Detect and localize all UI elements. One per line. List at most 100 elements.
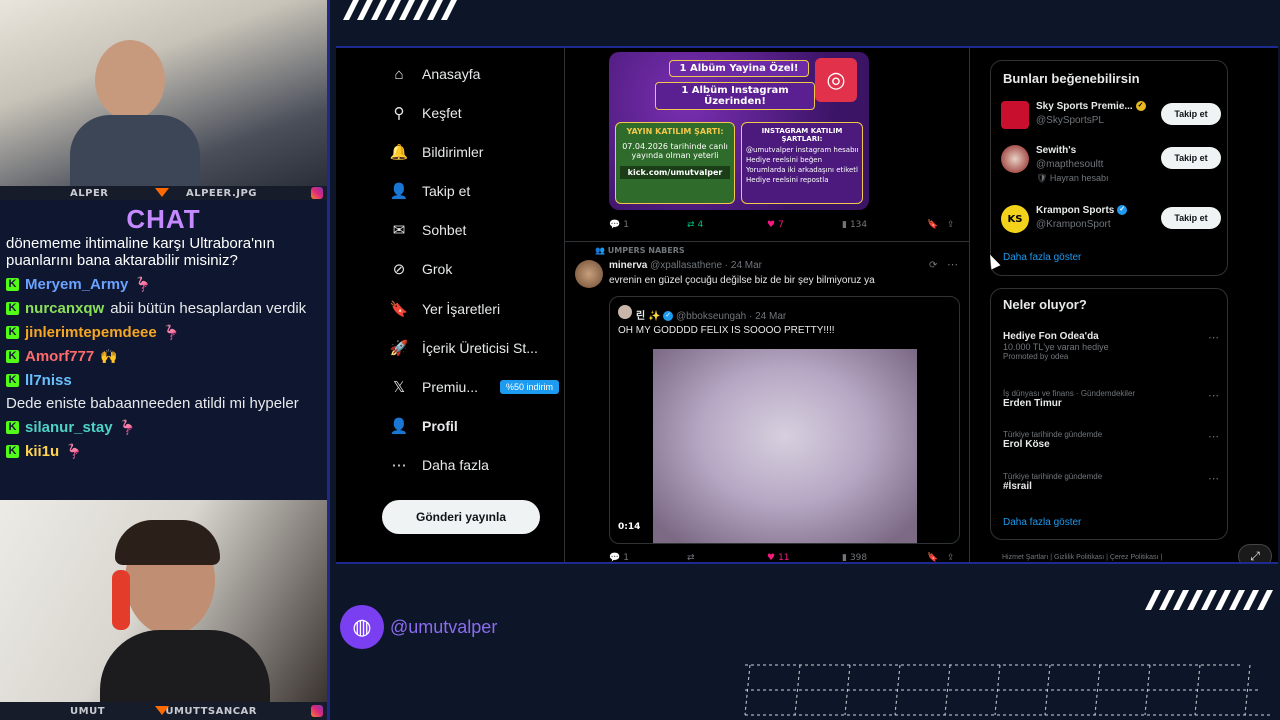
nav-item[interactable]: 🚀 İçerik Üreticisi St... [390, 339, 538, 357]
chat-username[interactable]: Amorf777 [25, 348, 94, 365]
chat-username[interactable]: kii1u [25, 443, 59, 460]
trends-card: Neler oluyor? Hediye Fon Odea'da 10.000 … [990, 288, 1228, 540]
show-more-link[interactable]: Daha fazla göster [1003, 517, 1081, 528]
views-icon: ▮ [842, 553, 847, 563]
trend-item[interactable]: Türkiye tarihinde gündemde #İsrail ⋯ [1003, 472, 1219, 492]
repost-button[interactable]: ⇄ [687, 553, 767, 563]
post-button[interactable]: Gönderi yayınla [382, 500, 540, 534]
search-icon: ⚲ [393, 105, 405, 122]
bookmark-button[interactable]: 🔖 [927, 553, 947, 562]
trend-title: Erden Timur [1003, 398, 1062, 409]
cam-right-name: ALPEER.JPG [185, 187, 257, 199]
footer-links[interactable]: Hizmet Şartları | Gizlilik Politikası | … [1002, 554, 1162, 561]
like-count: 7 [778, 220, 784, 230]
video-player[interactable] [653, 349, 917, 543]
chat-title: CHAT [126, 204, 201, 234]
repost-icon: ⇄ [687, 553, 695, 563]
nav-item[interactable]: 👤 Takip et [390, 182, 471, 200]
trend-item[interactable]: İş dünyası ve finans · Gündemdekiler Erd… [1003, 389, 1219, 409]
headphone-icon [112, 570, 130, 630]
share-icon[interactable]: ⇪ [947, 553, 955, 562]
nav-item[interactable]: ⚲ Keşfet [390, 104, 462, 122]
chat-username[interactable]: jinlerimtepemdeee [25, 324, 157, 341]
suggestion-row[interactable]: KS Krampon Sports ✓ @KramponSport Takip … [1001, 203, 1221, 237]
grok-icon[interactable]: ⟳ [929, 260, 937, 271]
suggestion-handle: @SkySportsPL [1036, 115, 1104, 126]
follow-button[interactable]: Takip et [1161, 147, 1221, 169]
repost-button[interactable]: ⇄ 4 [687, 220, 767, 230]
repost-count: 4 [697, 220, 704, 230]
views-count: 134 [849, 220, 868, 230]
reply-button[interactable]: 💬 1 [609, 553, 687, 563]
reply-button[interactable]: 💬 1 [609, 220, 687, 230]
chat-line: Kkii1u 🦩 [0, 443, 327, 460]
avatar[interactable] [575, 260, 603, 288]
chat-username[interactable]: silanur_stay [25, 419, 113, 436]
author-name[interactable]: minerva [609, 260, 647, 271]
follow-button[interactable]: Takip et [1161, 103, 1221, 125]
divider [565, 241, 969, 242]
nav-item[interactable]: 𝕏 Premiu... %50 indirim [390, 378, 560, 396]
bookmark-button[interactable]: 🔖 [927, 220, 947, 230]
suggestion-row[interactable]: Sky Sports Premie... ✓ @SkySportsPL Taki… [1001, 99, 1221, 133]
quoted-tweet[interactable]: 린 ✨ ✓ @bbokseungah · 24 Mar OH MY GODDDD… [609, 296, 960, 544]
trend-context: İş dünyası ve finans · Gündemdekiler [1003, 389, 1136, 398]
kick-badge-icon: K [6, 421, 19, 434]
promo-right-head: INSTAGRAM KATILIM ŞARTLARI: [761, 127, 843, 143]
bell-icon: 🔔 [389, 144, 409, 161]
show-more-link[interactable]: Daha fazla göster [1003, 252, 1081, 263]
nav-item-label: Anasayfa [422, 66, 481, 82]
more-options-icon[interactable]: ⋯ [1208, 389, 1219, 402]
follow-button[interactable]: Takip et [1161, 207, 1221, 229]
tweet-header: minerva @xpallasathene · 24 Mar [609, 260, 762, 271]
promo-left-body: 07.04.2026 tarihinde canlı yayında olman… [622, 142, 728, 160]
chat-username[interactable]: Meryem_Army [25, 276, 128, 293]
avatar [618, 305, 632, 319]
trend-context: Türkiye tarihinde gündemde [1003, 472, 1103, 481]
more-options-icon[interactable]: ⋯ [1208, 472, 1219, 485]
views-icon: ▮ [842, 220, 847, 230]
nav-item[interactable]: 👤 Profil [390, 417, 458, 435]
trend-item[interactable]: Hediye Fon Odea'da 10.000 TL'ye varan he… [1003, 331, 1219, 361]
verified-icon: ✓ [1117, 205, 1128, 216]
triangle-icon [155, 188, 169, 197]
nav-item[interactable]: 🔔 Bildirimler [389, 143, 484, 161]
chat-username[interactable]: ll7niss [25, 372, 72, 389]
promo-image[interactable]: 1 Albüm Yayina Özel! 1 Albüm Instagram Ü… [609, 52, 869, 210]
emote-icon: 🦩 [162, 324, 181, 340]
messages-drawer-icon[interactable]: ⤢ [1238, 544, 1272, 562]
suggestion-row[interactable]: Sewith's @mapthesoultt 🛡 Hayran hesabı T… [1001, 143, 1221, 187]
promo-rule: Hediye reelsini repostla [746, 176, 829, 184]
grok-icon: ⊘ [392, 261, 406, 278]
nav-item[interactable]: ✉ Sohbet [390, 221, 467, 239]
chat-line: K Amorf777 🙌 [0, 348, 327, 365]
shopping-bag-icon: ◎ [815, 58, 857, 102]
suggestion-name-text: Krampon Sports [1036, 205, 1115, 216]
triangle-icon [155, 706, 169, 715]
more-options-icon[interactable]: ⋯ [1208, 331, 1219, 344]
right-sidebar: Bunları beğenebilirsin Sky Sports Premie… [990, 48, 1278, 562]
context-label: UMPERS NABERS [607, 246, 685, 255]
like-button[interactable]: ♥ 7 [767, 220, 842, 230]
views-button[interactable]: ▮ 398 [842, 553, 927, 563]
nav-item[interactable]: ⋯ Daha fazla [390, 456, 489, 474]
nav-item[interactable]: ⌂ Anasayfa [390, 65, 480, 83]
reply-count: 1 [623, 220, 629, 230]
trend-item[interactable]: Türkiye tarihinde gündemde Erol Köse ⋯ [1003, 430, 1219, 450]
more-options-icon[interactable]: ⋯ [947, 258, 958, 271]
reply-count: 1 [623, 553, 629, 563]
share-icon[interactable]: ⇪ [947, 220, 955, 230]
nav-item[interactable]: ⊘ Grok [390, 260, 453, 278]
kick-badge-icon: K [6, 445, 19, 458]
grid-decoration [744, 664, 1270, 716]
views-button[interactable]: ▮ 134 [842, 220, 927, 230]
more-icon: ⋯ [391, 457, 407, 474]
chat-text: Dede eniste babaanneeden atildi mi hypel… [6, 395, 299, 412]
more-options-icon[interactable]: ⋯ [1208, 430, 1219, 443]
like-button[interactable]: ♥ 11 [767, 553, 842, 562]
chat-username[interactable]: nurcanxqw [25, 300, 104, 317]
nav-item-label: İçerik Üreticisi St... [422, 340, 538, 356]
emote-icon: 🙌 [100, 348, 118, 364]
instagram-icon [311, 187, 323, 199]
nav-item[interactable]: 🔖 Yer İşaretleri [390, 300, 500, 318]
